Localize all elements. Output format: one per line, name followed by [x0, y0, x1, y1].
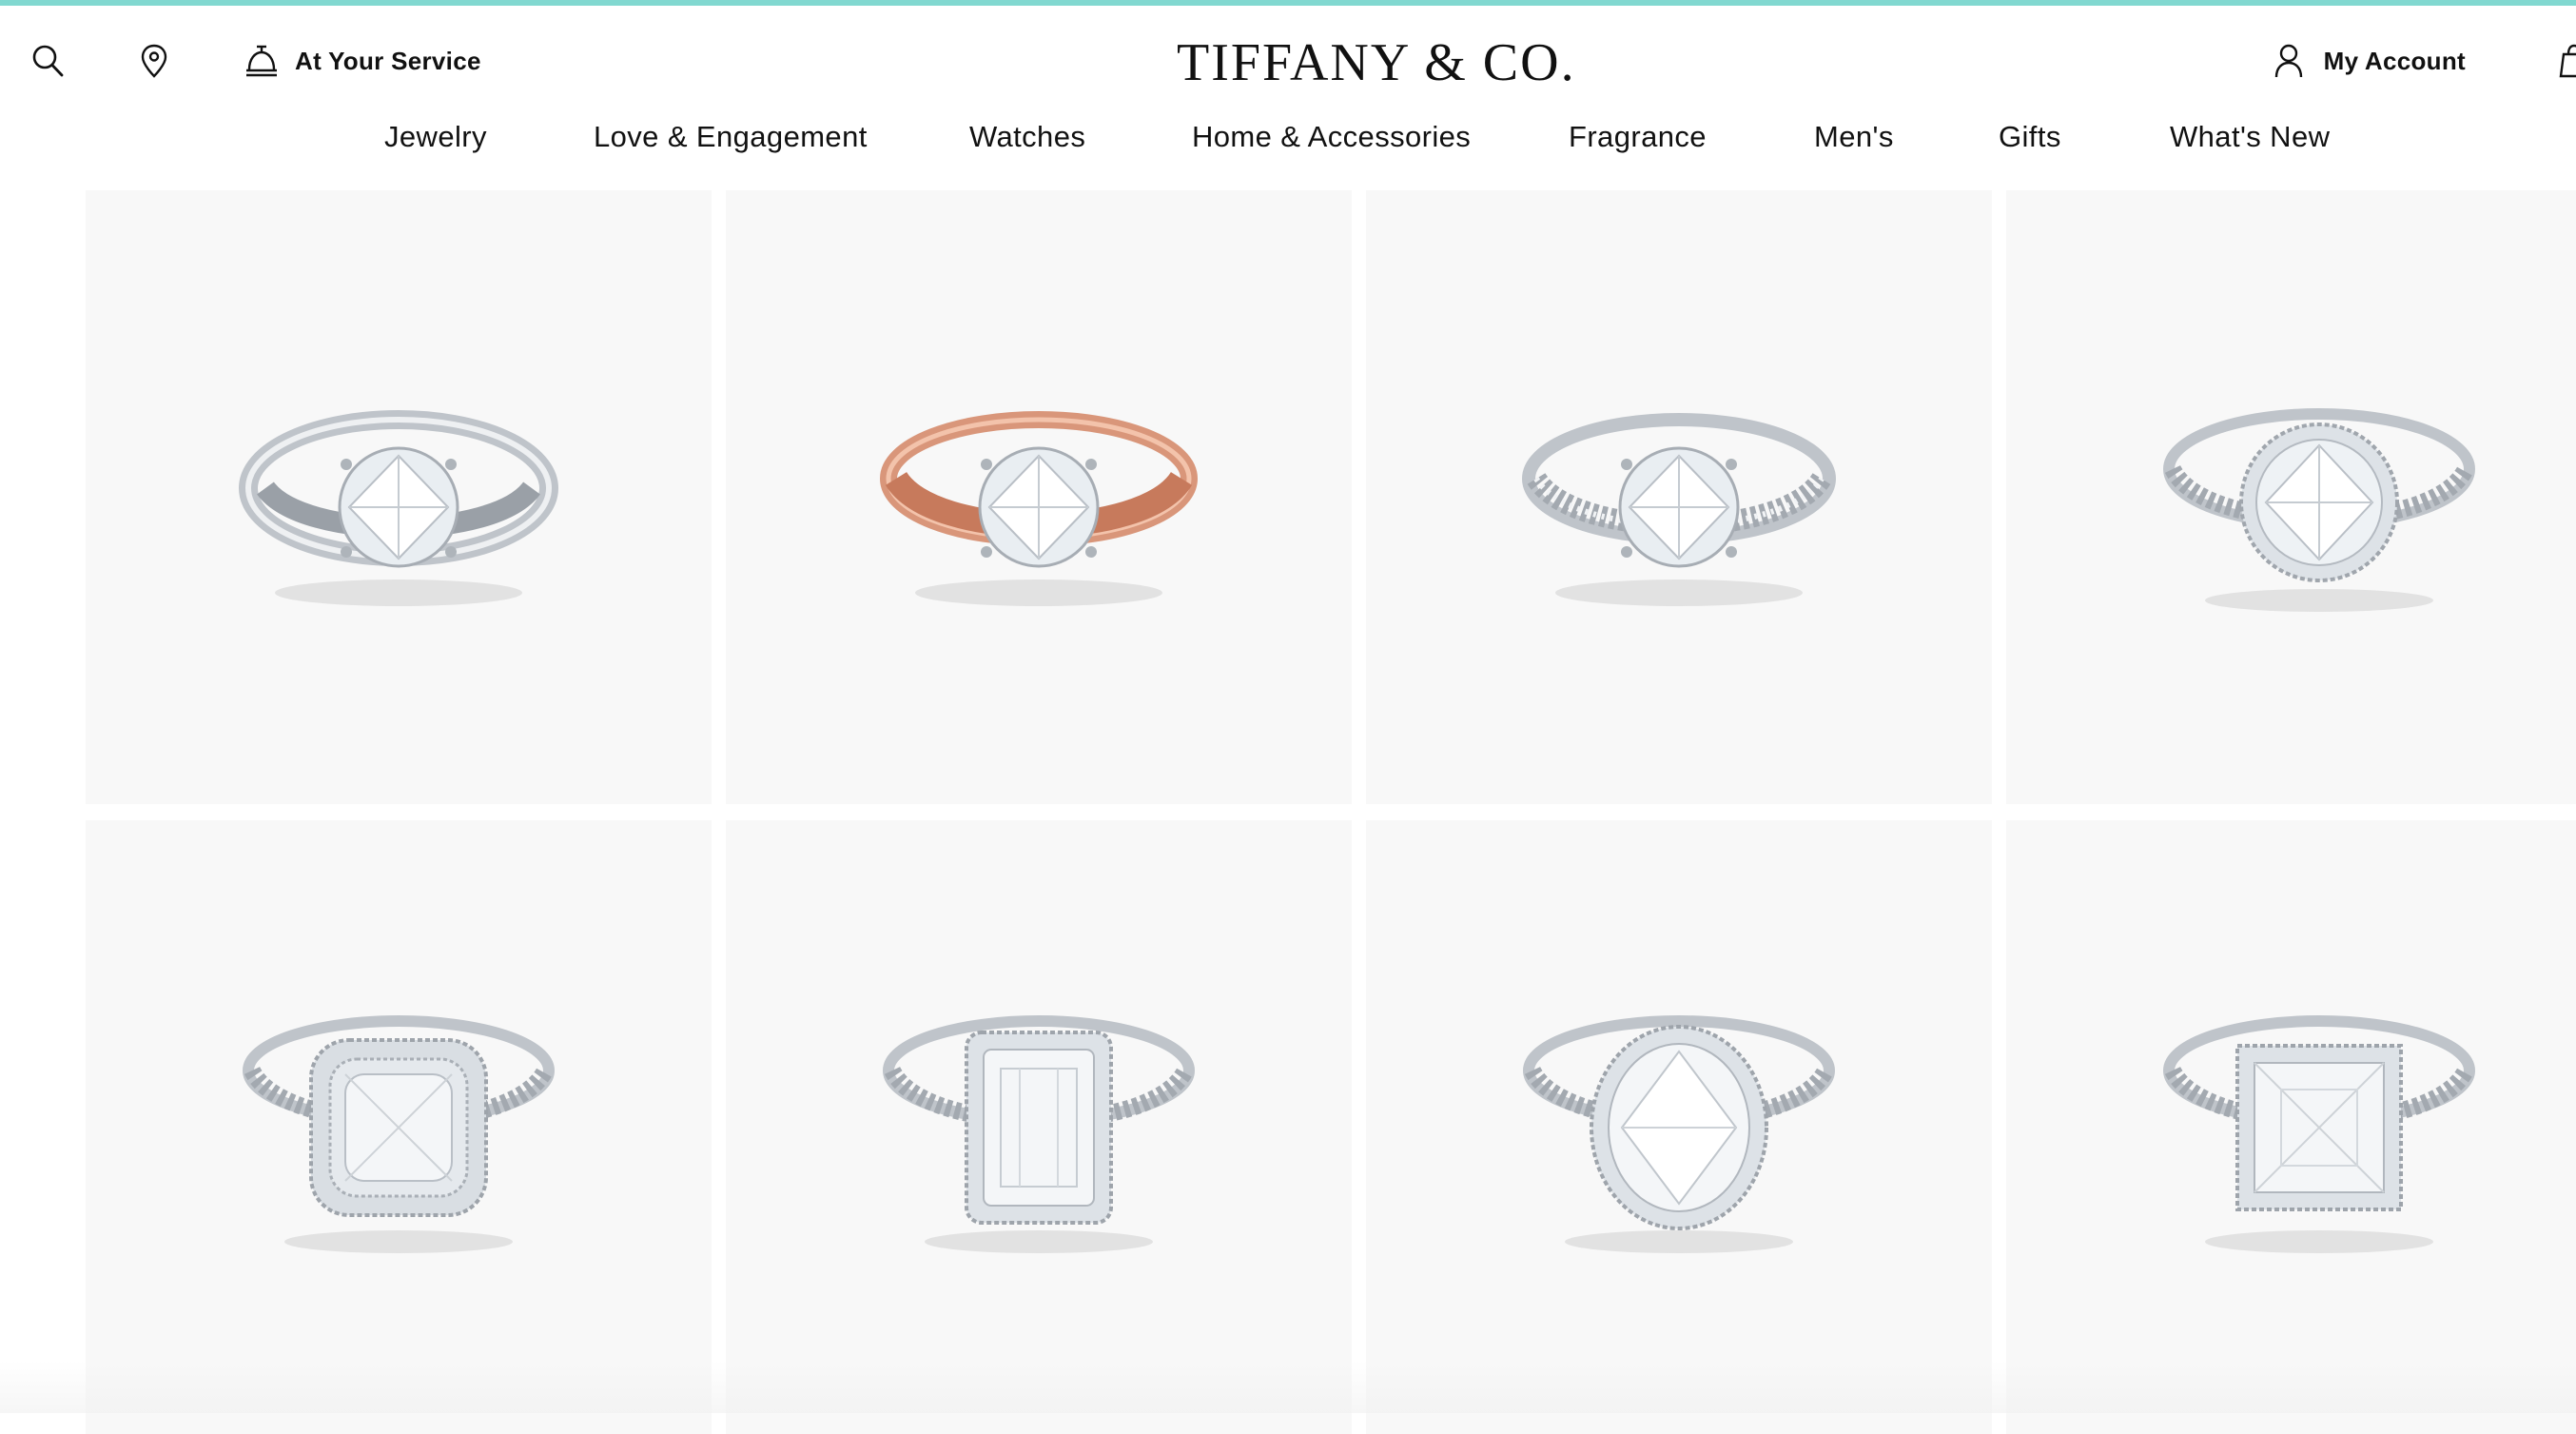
tiffany-logo[interactable]: TIFFANY & CO. [1177, 32, 1574, 93]
product-tile-princess-halo[interactable] [2006, 820, 2576, 1434]
nav-whats-new[interactable]: What's New [2170, 120, 2330, 154]
product-tile-solitaire-rose-gold[interactable] [726, 190, 1352, 804]
nav-home-accessories[interactable]: Home & Accessories [1192, 120, 1471, 154]
product-tile-emerald-halo[interactable] [726, 820, 1352, 1434]
ring-image-oval-halo [1523, 1014, 1835, 1253]
product-tile-oval-halo[interactable] [1366, 820, 1992, 1434]
utility-nav-left: At Your Service [30, 42, 481, 80]
service-bell-icon [245, 43, 278, 79]
account-label: My Account [2323, 46, 2466, 75]
service-label: At Your Service [295, 46, 481, 75]
nav-jewelry[interactable]: Jewelry [384, 120, 487, 154]
utility-nav-right: My Account [2274, 42, 2576, 80]
nav-watches[interactable]: Watches [969, 120, 1085, 154]
product-tile-pave-solitaire[interactable] [1366, 190, 1992, 804]
at-your-service-link[interactable]: At Your Service [245, 43, 481, 79]
nav-love-engagement[interactable]: Love & Engagement [594, 120, 868, 154]
person-icon [2274, 43, 2303, 79]
ring-image-pave-solitaire [1522, 412, 1836, 606]
nav-fragrance[interactable]: Fragrance [1569, 120, 1707, 154]
ring-image-princess-halo [2163, 1014, 2475, 1253]
ring-image-cushion-halo [243, 1014, 555, 1253]
my-account-link[interactable]: My Account [2274, 43, 2466, 79]
main-navigation: Jewelry Love & Engagement Watches Home &… [0, 120, 2576, 173]
ring-image-solitaire-platinum [239, 409, 558, 606]
product-tile-solitaire-platinum[interactable] [86, 190, 712, 804]
ring-image-round-halo [2163, 407, 2475, 612]
ring-image-solitaire-rose-gold [880, 410, 1198, 606]
ring-image-emerald-halo [883, 1014, 1195, 1253]
nav-mens[interactable]: Men's [1814, 120, 1894, 154]
nav-gifts[interactable]: Gifts [1999, 120, 2061, 154]
search-icon[interactable] [30, 42, 65, 80]
product-tile-cushion-halo[interactable] [86, 820, 712, 1434]
shopping-bag-icon[interactable] [2557, 42, 2576, 80]
site-header: At Your Service TIFFANY & CO. My Account… [0, 6, 2576, 187]
product-tile-round-halo[interactable] [2006, 190, 2576, 804]
location-pin-icon[interactable] [137, 42, 171, 80]
